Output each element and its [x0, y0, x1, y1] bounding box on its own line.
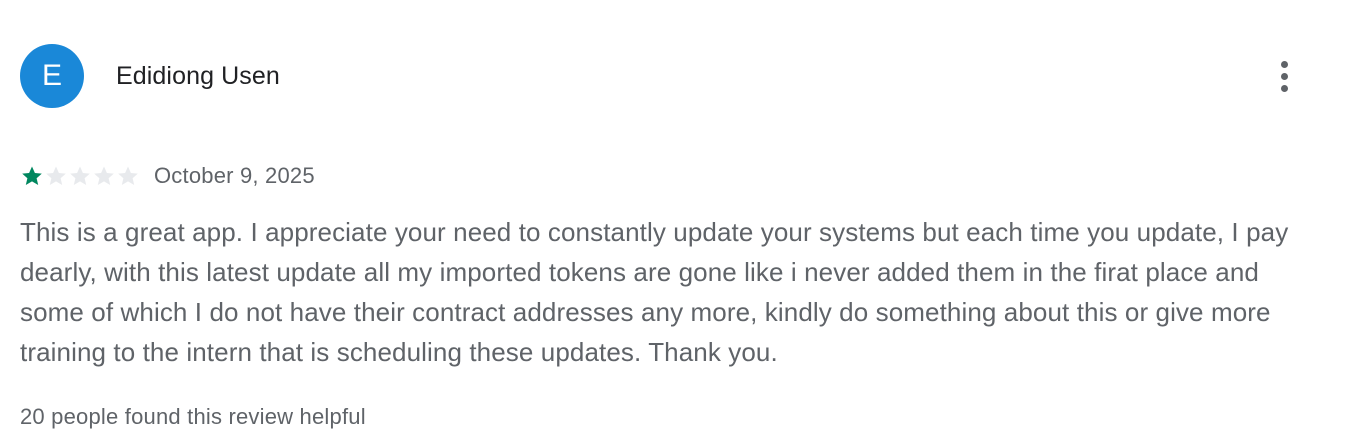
star-empty-icon — [46, 166, 66, 185]
review-card: E Edidiong Usen October 9, 2025 This is … — [0, 0, 1352, 448]
more-vertical-icon-dot — [1280, 84, 1288, 92]
more-options-button[interactable] — [1264, 56, 1304, 96]
more-vertical-icon — [1280, 60, 1288, 68]
star-filled-icon — [22, 166, 42, 185]
review-date: October 9, 2025 — [154, 163, 315, 188]
star-empty-icon — [118, 166, 138, 185]
star-empty-icon — [94, 166, 114, 185]
review-header: E Edidiong Usen — [20, 44, 280, 108]
helpful-count: 20 people found this review helpful — [20, 404, 366, 429]
avatar: E — [20, 44, 84, 108]
star-rating — [20, 164, 140, 188]
more-vertical-icon-dot — [1280, 72, 1288, 80]
avatar-initial: E — [41, 59, 62, 92]
review-meta: October 9, 2025 — [20, 160, 315, 192]
star-empty-icon — [70, 166, 90, 185]
review-text: This is a great app. I appreciate your n… — [20, 217, 1289, 367]
reviewer-name: Edidiong Usen — [116, 61, 280, 90]
